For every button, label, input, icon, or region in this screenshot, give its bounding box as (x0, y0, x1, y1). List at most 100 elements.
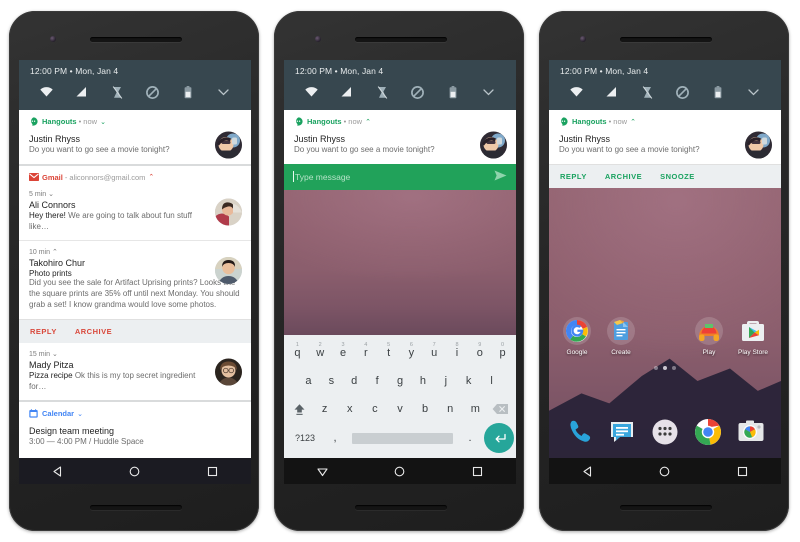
space-key[interactable] (352, 432, 453, 444)
archive-button[interactable]: ARCHIVE (75, 327, 112, 336)
app-create[interactable]: Create (602, 316, 640, 356)
chevron-down-icon[interactable]: ⌄ (48, 191, 54, 198)
key-w[interactable]: 2w (309, 342, 332, 359)
page-dot[interactable] (654, 365, 658, 370)
page-dot-active[interactable] (663, 365, 667, 370)
phone-icon[interactable] (565, 418, 593, 446)
vibrate-off-icon (365, 82, 400, 102)
recents-icon[interactable] (729, 466, 755, 477)
notification-gmail-ali[interactable]: 5 min ⌄ Ali Connors Hey there! We are go… (19, 182, 251, 241)
app-google[interactable]: Google (558, 316, 596, 356)
key-c[interactable]: c (362, 403, 387, 415)
app-drawer-icon[interactable] (651, 418, 679, 446)
group-subtitle: - aliconnors@gmail.com (64, 172, 146, 182)
key-z[interactable]: z (312, 403, 337, 415)
key-t[interactable]: 5t (377, 342, 400, 359)
key-comma[interactable]: , (324, 432, 346, 444)
key-x[interactable]: x (337, 403, 362, 415)
status-bar-1: 12:00 PM • Mon, Jan 4 (19, 60, 251, 110)
reply-button[interactable]: REPLY (30, 327, 57, 336)
key-o[interactable]: 9o (468, 342, 491, 359)
key-h[interactable]: h (411, 375, 434, 387)
group-header-hangouts[interactable]: Hangouts • now ⌃ (284, 110, 516, 127)
home-icon[interactable] (387, 466, 413, 477)
app-play-music[interactable]: Play (690, 316, 728, 356)
back-icon[interactable] (575, 465, 601, 477)
key-label: p (499, 347, 506, 359)
camera-icon[interactable] (737, 418, 765, 446)
back-icon[interactable] (310, 466, 336, 477)
page-dot[interactable] (672, 365, 676, 370)
chevron-up-icon[interactable]: ⌃ (148, 173, 154, 181)
notification-hangouts-justin[interactable]: Justin Rhyss Do you want to go see a mov… (549, 127, 781, 164)
messenger-icon[interactable] (608, 418, 636, 446)
reply-button[interactable]: REPLY (560, 172, 587, 181)
key-i[interactable]: 8i (446, 342, 469, 359)
key-m[interactable]: m (463, 403, 488, 415)
app-play-store[interactable]: Play Store (734, 316, 772, 356)
archive-button[interactable]: ARCHIVE (605, 172, 642, 181)
notification-hangouts-justin[interactable]: Justin Rhyss Do you want to go see a mov… (19, 127, 251, 164)
notification-title: Justin Rhyss (29, 134, 81, 144)
chevron-up-icon[interactable]: ⌃ (630, 118, 636, 126)
group-subtitle: • now (343, 117, 363, 126)
key-f[interactable]: f (366, 375, 389, 387)
wallpaper-2 (284, 189, 516, 335)
chevron-up-icon[interactable]: ⌃ (52, 249, 58, 256)
key-label: e (339, 347, 347, 359)
key-l[interactable]: l (480, 375, 503, 387)
chevron-down-icon[interactable] (206, 82, 241, 102)
chevron-down-icon[interactable]: ⌄ (52, 351, 58, 358)
key-e[interactable]: 3e (332, 342, 355, 359)
key-a[interactable]: a (297, 375, 320, 387)
home-icon[interactable] (652, 466, 678, 477)
key-q[interactable]: 1q (286, 342, 309, 359)
chevron-down-icon[interactable]: ⌄ (100, 118, 106, 126)
key-s[interactable]: s (320, 375, 343, 387)
send-icon[interactable] (494, 168, 507, 186)
back-icon[interactable] (45, 465, 71, 477)
chevron-down-icon[interactable] (736, 82, 771, 102)
chrome-icon[interactable] (694, 418, 722, 446)
key-p[interactable]: 0p (491, 342, 514, 359)
key-r[interactable]: 4r (354, 342, 377, 359)
notification-hangouts-justin[interactable]: Justin Rhyss Do you want to go see a mov… (284, 127, 516, 164)
group-header-gmail[interactable]: Gmail - aliconnors@gmail.com ⌃ (19, 165, 251, 183)
key-y[interactable]: 6y (400, 342, 423, 359)
group-header-calendar[interactable]: Calendar ⌄ (19, 402, 251, 420)
home-app-row: Google Create Play Play Store (549, 316, 781, 356)
group-header-hangouts[interactable]: Hangouts • now ⌃ (549, 110, 781, 127)
notification-gmail-takohiro[interactable]: 10 min ⌃ Takohiro Chur Photo prints Did … (19, 240, 251, 319)
bottom-speaker (620, 505, 712, 510)
wifi-icon (559, 82, 594, 102)
reply-input-placeholder[interactable]: Type message (295, 172, 350, 182)
enter-icon[interactable] (484, 423, 514, 453)
timestamp-text: 5 min (29, 190, 47, 198)
home-screen: Google Create Play Play Store (549, 188, 781, 458)
keyboard-row-3: z x c v b n m (286, 395, 514, 423)
backspace-icon[interactable] (488, 403, 513, 415)
inline-reply-bar[interactable]: Type message (284, 163, 516, 190)
group-header-hangouts[interactable]: Hangouts • now ⌄ (19, 110, 251, 127)
notification-gmail-mady[interactable]: 15 min ⌄ Mady Pitza Pizza recipe Ok this… (19, 342, 251, 401)
snooze-button[interactable]: SNOOZE (660, 172, 695, 181)
key-g[interactable]: g (389, 375, 412, 387)
home-icon[interactable] (122, 466, 148, 477)
key-k[interactable]: k (457, 375, 480, 387)
recents-icon[interactable] (199, 466, 225, 477)
notification-calendar-meeting[interactable]: Design team meeting 3:00 — 4:00 PM / Hud… (19, 419, 251, 457)
shift-icon[interactable] (287, 403, 312, 416)
key-j[interactable]: j (434, 375, 457, 387)
chevron-up-icon[interactable]: ⌃ (365, 118, 371, 126)
symbols-key[interactable]: ?123 (286, 433, 324, 443)
recents-icon[interactable] (464, 466, 490, 477)
chevron-down-icon[interactable] (471, 82, 506, 102)
key-u[interactable]: 7u (423, 342, 446, 359)
key-d[interactable]: d (343, 375, 366, 387)
chevron-down-icon[interactable]: ⌄ (77, 410, 83, 418)
key-period[interactable]: . (459, 432, 481, 444)
key-n[interactable]: n (438, 403, 463, 415)
key-v[interactable]: v (387, 403, 412, 415)
key-b[interactable]: b (413, 403, 438, 415)
group-app-name: Hangouts (307, 117, 342, 126)
